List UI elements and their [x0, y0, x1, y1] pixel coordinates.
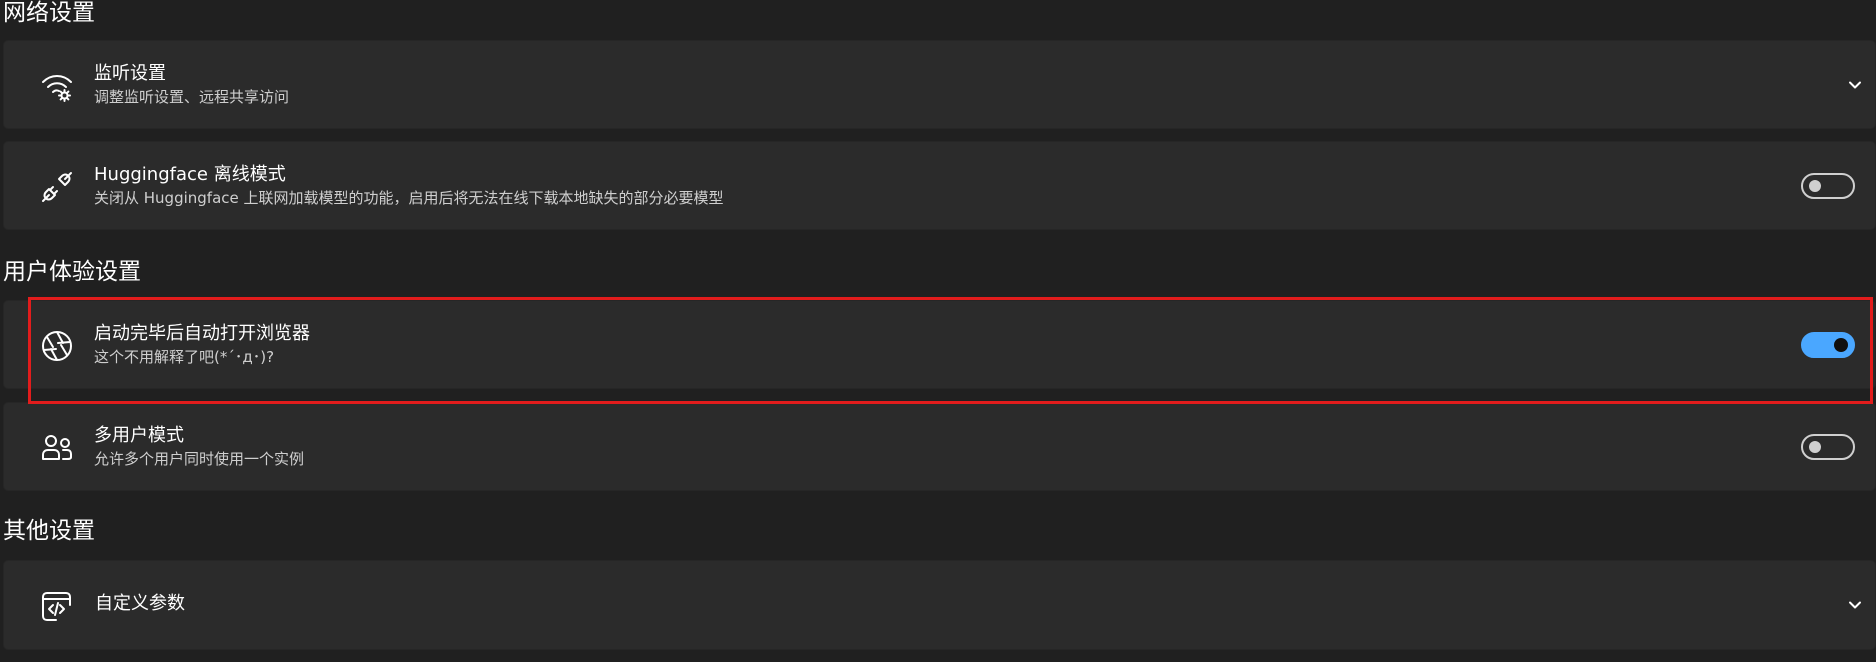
multi-user-toggle[interactable]: [1801, 434, 1855, 460]
hf-offline-text: Huggingface 离线模式 关闭从 Huggingface 上联网加载模型…: [94, 163, 724, 209]
plug-disconnected-icon: [38, 168, 76, 206]
toggle-knob: [1809, 180, 1821, 192]
listen-settings-desc: 调整监听设置、远程共享访问: [94, 88, 290, 106]
settings-page: 网络设置 监听设置 调整监听设置、远程共享访问 Huggingface 离线模式…: [0, 0, 1876, 662]
multi-user-desc: 允许多个用户同时使用一个实例: [94, 450, 305, 468]
highlight-box: [28, 297, 1873, 404]
section-title-ux: 用户体验设置: [3, 259, 141, 285]
listen-settings-text: 监听设置 调整监听设置、远程共享访问: [94, 62, 289, 108]
chevron-down-icon[interactable]: [1845, 75, 1865, 95]
multi-user-text: 多用户模式 允许多个用户同时使用一个实例: [94, 424, 304, 470]
listen-settings-card[interactable]: 监听设置 调整监听设置、远程共享访问: [3, 40, 1876, 129]
section-title-network: 网络设置: [3, 0, 95, 26]
code-window-icon: [38, 588, 76, 626]
custom-args-card[interactable]: 自定义参数: [3, 560, 1876, 650]
hf-offline-toggle[interactable]: [1801, 173, 1855, 199]
hf-offline-desc: 关闭从 Huggingface 上联网加载模型的功能，启用后将无法在线下载本地缺…: [94, 189, 724, 207]
multi-user-title: 多用户模式: [94, 425, 184, 446]
section-title-other: 其他设置: [3, 518, 95, 544]
toggle-knob: [1809, 441, 1821, 453]
wifi-gear-icon: [38, 67, 76, 105]
people-icon: [38, 429, 76, 467]
multi-user-card: 多用户模式 允许多个用户同时使用一个实例: [3, 402, 1876, 491]
hf-offline-title: Huggingface 离线模式: [94, 164, 286, 185]
hf-offline-card: Huggingface 离线模式 关闭从 Huggingface 上联网加载模型…: [3, 141, 1876, 230]
chevron-down-icon[interactable]: [1845, 595, 1865, 615]
custom-args-title: 自定义参数: [95, 593, 185, 614]
listen-settings-title: 监听设置: [94, 63, 166, 84]
